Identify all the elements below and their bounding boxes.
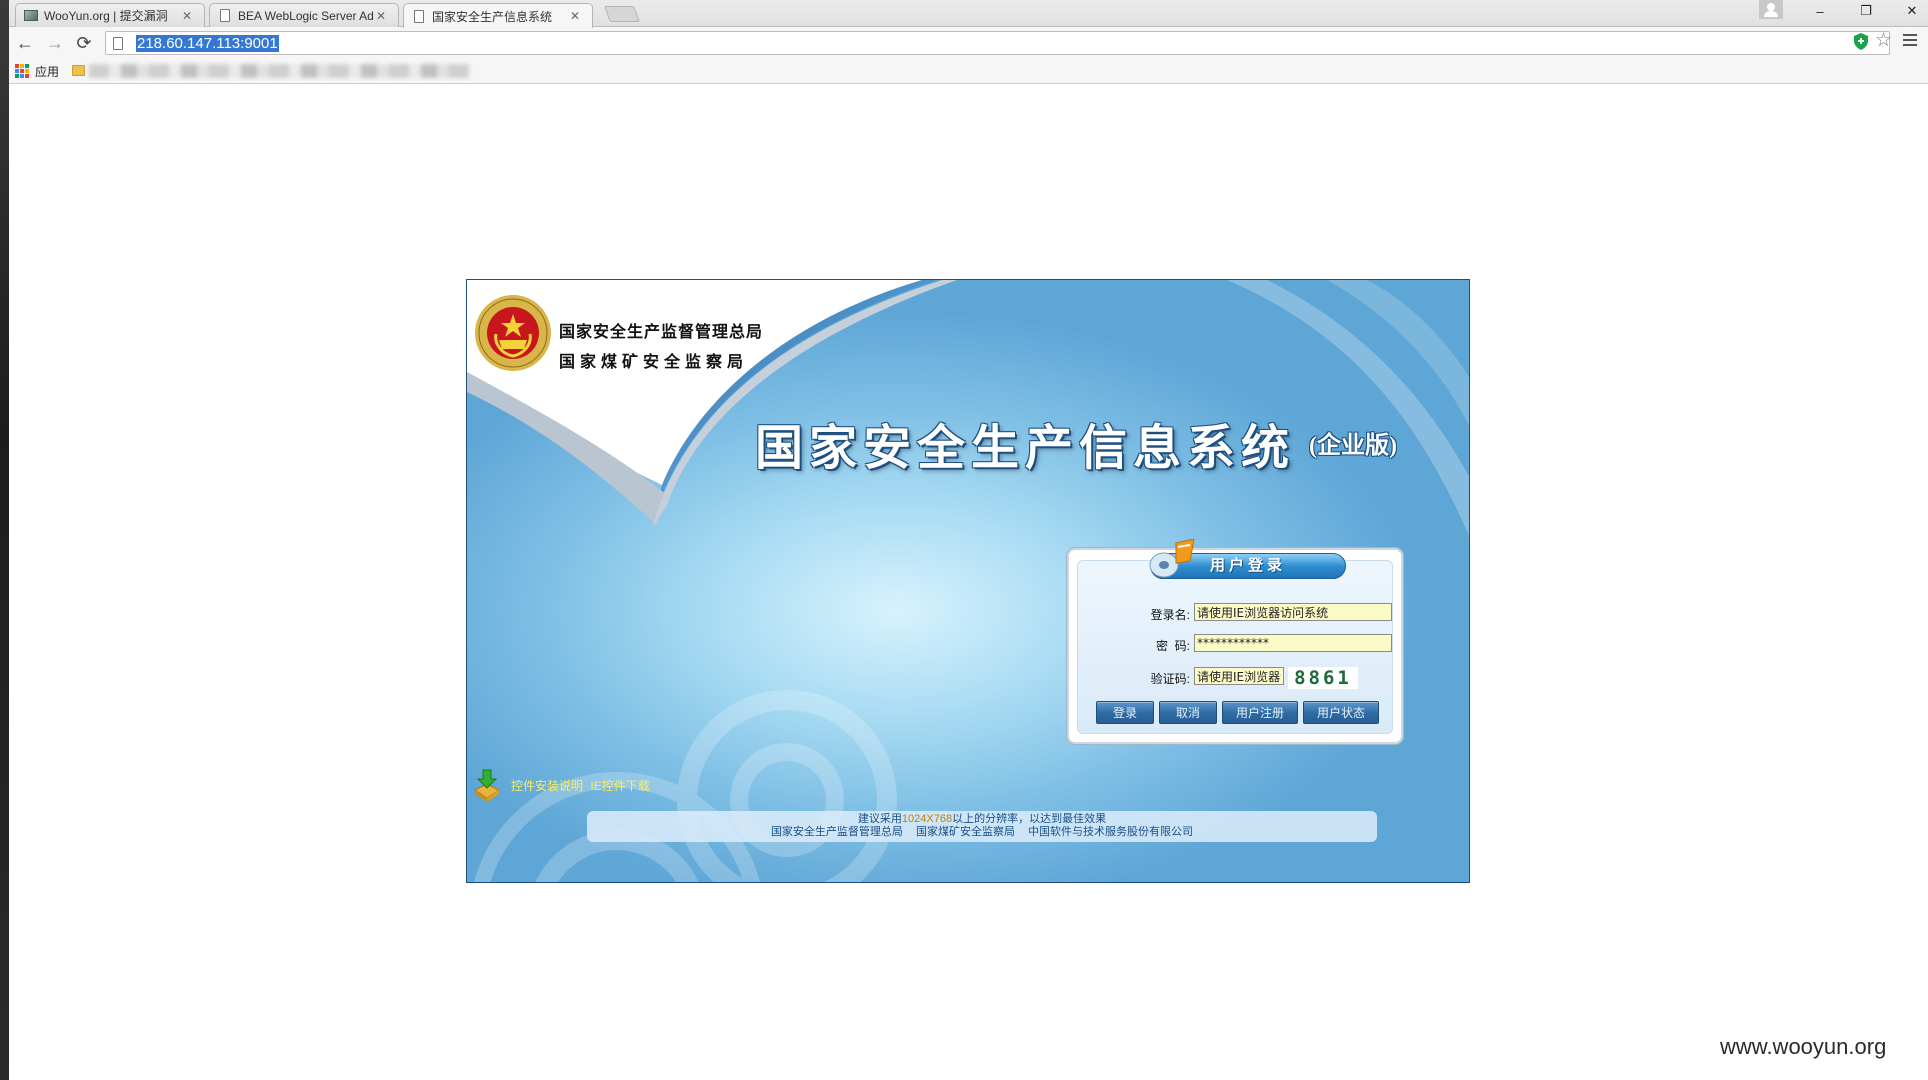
tab-safety-system[interactable]: 国家安全生产信息系统 ✕ (403, 3, 593, 28)
restore-button[interactable]: ❐ (1843, 0, 1889, 22)
url-text[interactable]: 218.60.147.113:9001 (136, 35, 279, 52)
download-icon (474, 769, 500, 802)
apps-icon[interactable] (15, 64, 29, 78)
document-icon (412, 9, 426, 23)
bookmarks-bar: 应用 (9, 58, 1928, 84)
login-page: 国家安全生产监督管理总局 国家煤矿安全监察局 国家安全生产信息系统 (企业版) … (466, 279, 1470, 883)
cancel-button[interactable]: 取消 (1159, 701, 1217, 724)
login-button[interactable]: 登录 (1096, 701, 1154, 724)
footer-org-2: 国家煤矿安全监察局 (916, 826, 1015, 838)
close-window-button[interactable]: ✕ (1889, 0, 1928, 22)
tab-strip: WooYun.org | 提交漏洞 ✕ BEA WebLogic Server … (9, 0, 1928, 28)
captcha-label: 验证码: (1150, 672, 1190, 686)
shield-extension-icon[interactable] (1853, 33, 1869, 50)
apps-label[interactable]: 应用 (35, 63, 59, 80)
notice-prefix: 建议采用 (857, 813, 902, 825)
tab-title: 国家安全生产信息系统 (432, 9, 553, 24)
password-label: 密 码: (1155, 639, 1190, 653)
tab-weblogic[interactable]: BEA WebLogic Server Ad ✕ (209, 3, 399, 27)
tab-title: WooYun.org | 提交漏洞 (44, 9, 168, 23)
username-label: 登录名: (1150, 608, 1190, 622)
resolution-notice: 建议采用1024X768以上的分辨率，以达到最佳效果 (587, 813, 1377, 826)
password-input[interactable] (1194, 634, 1392, 652)
login-form: 用户登录 登录名: 密 码: 验证码: 8861 登录 (1077, 539, 1393, 734)
browser-window: WooYun.org | 提交漏洞 ✕ BEA WebLogic Server … (9, 0, 1928, 1080)
agency-name-primary: 国家安全生产监督管理总局 (559, 324, 764, 341)
user-status-button[interactable]: 用户状态 (1303, 701, 1379, 724)
captcha-input[interactable] (1194, 667, 1284, 685)
login-panel: 用户登录 登录名: 密 码: 验证码: 8861 登录 (1067, 539, 1403, 744)
page-viewport: 国家安全生产监督管理总局 国家煤矿安全监察局 国家安全生产信息系统 (企业版) … (9, 85, 1928, 1080)
system-title: 国家安全生产信息系统 (755, 422, 1296, 475)
national-emblem-icon (475, 295, 551, 371)
agency-name-secondary: 国家煤矿安全监察局 (559, 354, 749, 371)
bookmark-star-icon[interactable]: ☆ (1875, 29, 1892, 52)
notice-suffix: 以上的分辨率，以达到最佳效果 (952, 813, 1107, 825)
new-tab-button[interactable] (604, 6, 640, 22)
reload-button[interactable]: ⟳ (71, 31, 97, 55)
footer-bar: 建议采用1024X768以上的分辨率，以达到最佳效果 国家安全生产监督管理总局 … (587, 811, 1377, 842)
desktop-edge (0, 0, 9, 1080)
watermark: www.wooyun.org (1720, 1034, 1887, 1059)
footer-org-1: 国家安全生产监督管理总局 (770, 826, 903, 838)
captcha-image[interactable]: 8861 (1288, 667, 1358, 689)
register-button[interactable]: 用户注册 (1222, 701, 1298, 724)
ie-control-download-link[interactable]: IE控件下载 (590, 779, 649, 793)
footer-organizations: 国家安全生产监督管理总局 国家煤矿安全监察局 中国软件与技术服务股份有限公司 (587, 826, 1377, 839)
download-links: 控件安装说明 IE控件下载 (511, 777, 650, 794)
notice-resolution: 1024X768 (901, 813, 953, 825)
footer-org-3: 中国软件与技术服务股份有限公司 (1028, 826, 1194, 838)
back-button[interactable]: ← (12, 31, 38, 55)
address-bar[interactable]: 218.60.147.113:9001 (105, 31, 1890, 55)
tab-wooyun[interactable]: WooYun.org | 提交漏洞 ✕ (15, 3, 205, 27)
tab-close-icon[interactable]: ✕ (374, 9, 388, 23)
browser-toolbar: ← → ⟳ 218.60.147.113:9001 (9, 27, 1928, 58)
wooyun-favicon-icon (24, 9, 38, 23)
page-info-icon[interactable] (113, 37, 123, 50)
system-edition: (企业版) (1309, 433, 1397, 459)
tab-close-icon[interactable]: ✕ (568, 9, 582, 23)
username-input[interactable] (1194, 603, 1392, 621)
blurred-bookmarks (89, 64, 469, 78)
install-guide-link[interactable]: 控件安装说明 (511, 779, 583, 793)
login-user-icon (1149, 539, 1195, 578)
profile-icon[interactable] (1759, 0, 1783, 19)
tab-close-icon[interactable]: ✕ (180, 9, 194, 23)
document-icon (218, 9, 232, 23)
forward-button[interactable]: → (42, 31, 68, 55)
minimize-button[interactable]: – (1797, 0, 1843, 22)
menu-icon[interactable] (1903, 33, 1917, 47)
tab-title: BEA WebLogic Server Ad (238, 8, 374, 23)
folder-icon[interactable] (72, 65, 85, 76)
